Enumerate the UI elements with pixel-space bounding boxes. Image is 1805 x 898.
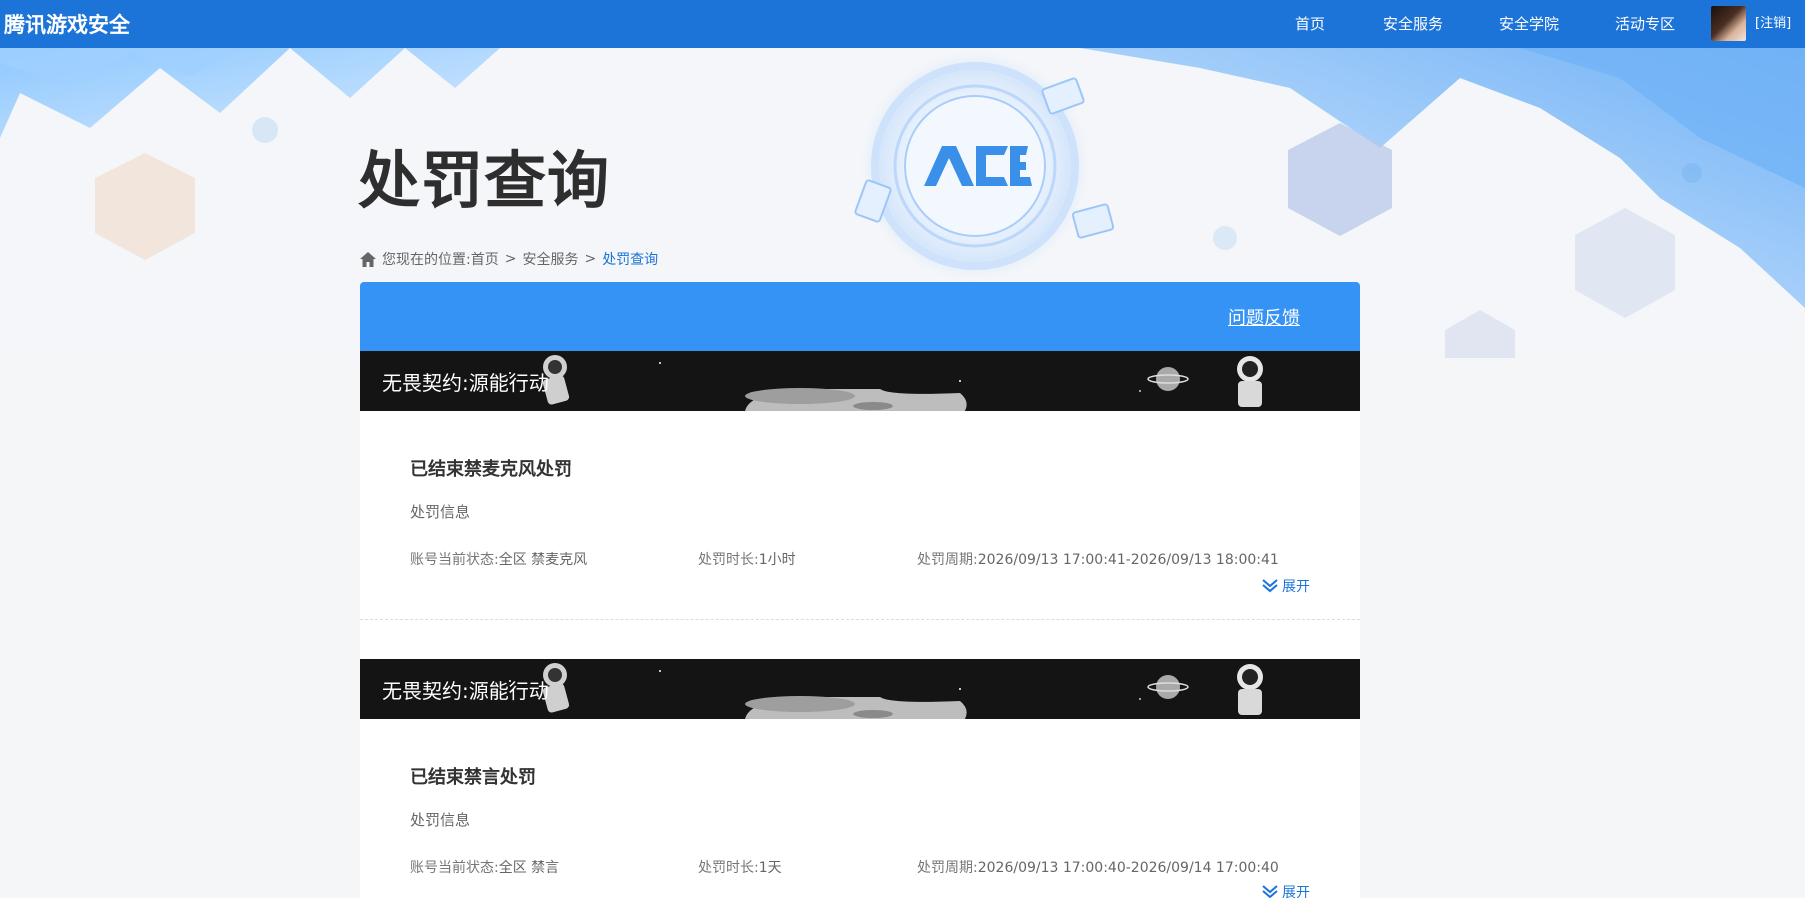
chevron-double-down-icon xyxy=(1262,885,1278,898)
nav-security-academy[interactable]: 安全学院 xyxy=(1499,0,1559,48)
home-icon xyxy=(360,251,376,267)
penalty-duration-value: 1小时 xyxy=(758,552,796,568)
nav-home[interactable]: 首页 xyxy=(1295,0,1325,48)
account-status: 账号当前状态:全区 禁麦克风 xyxy=(410,549,587,569)
record-title: 已结束禁麦克风处罚 xyxy=(410,459,572,480)
penalty-record: 已结束禁麦克风处罚 处罚信息 账号当前状态:全区 禁麦克风 处罚时长:1小时 处… xyxy=(360,411,1360,621)
account-status-label: 账号当前状态: xyxy=(410,552,499,568)
logout-link[interactable]: [注销] xyxy=(1755,0,1791,48)
expand-button[interactable]: 展开 xyxy=(1262,576,1310,596)
penalty-period-value: 2026/09/13 17:00:40-2026/09/14 17:00:40 xyxy=(977,860,1279,876)
game-name: 无畏契约:源能行动 xyxy=(382,371,549,395)
site-logo[interactable]: 腾讯游戏安全 xyxy=(4,9,130,39)
top-navbar: 腾讯游戏安全 首页 安全服务 安全学院 活动专区 [注销] xyxy=(0,0,1805,48)
penalty-duration-label: 处罚时长: xyxy=(698,860,759,876)
record-section-label: 处罚信息 xyxy=(410,503,471,521)
penalty-record: 已结束禁言处罚 处罚信息 账号当前状态:全区 禁言 处罚时长:1天 处罚周期:2… xyxy=(360,719,1360,898)
penalty-panel: 问题反馈 无畏契约:源能行动 已结束禁麦克风处罚 处罚信息 账号当前状态:全区 … xyxy=(360,282,1360,898)
breadcrumb-prefix: 您现在的位置: xyxy=(382,252,471,268)
account-status-value: 全区 禁麦克风 xyxy=(498,552,588,568)
game-name: 无畏契约:源能行动 xyxy=(382,679,549,703)
penalty-period: 处罚周期:2026/09/13 17:00:40-2026/09/14 17:0… xyxy=(917,857,1279,877)
nav-events[interactable]: 活动专区 xyxy=(1615,0,1675,48)
account-status-value: 全区 禁言 xyxy=(498,860,560,876)
chevron-double-down-icon xyxy=(1262,579,1278,593)
game-banner: 无畏契约:源能行动 xyxy=(360,659,1360,719)
penalty-period: 处罚周期:2026/09/13 17:00:41-2026/09/13 18:0… xyxy=(917,549,1279,569)
account-status: 账号当前状态:全区 禁言 xyxy=(410,857,559,877)
panel-header: 问题反馈 xyxy=(360,282,1360,351)
penalty-duration-value: 1天 xyxy=(758,860,782,876)
penalty-period-label: 处罚周期: xyxy=(917,552,978,568)
expand-label: 展开 xyxy=(1282,579,1310,595)
game-banner: 无畏契约:源能行动 xyxy=(360,351,1360,411)
breadcrumb-home[interactable]: 首页 xyxy=(471,249,499,269)
nav-security-service[interactable]: 安全服务 xyxy=(1383,0,1443,48)
record-title: 已结束禁言处罚 xyxy=(410,767,536,788)
expand-label: 展开 xyxy=(1282,885,1310,898)
account-status-label: 账号当前状态: xyxy=(410,860,499,876)
avatar[interactable] xyxy=(1711,6,1746,41)
record-divider xyxy=(360,619,1360,620)
penalty-duration: 处罚时长:1天 xyxy=(698,857,782,877)
breadcrumb-separator: > xyxy=(584,251,597,267)
penalty-duration: 处罚时长:1小时 xyxy=(698,549,796,569)
breadcrumb: 您现在的位置: 首页 > 安全服务 > 处罚查询 xyxy=(360,249,658,269)
penalty-period-value: 2026/09/13 17:00:41-2026/09/13 18:00:41 xyxy=(977,552,1279,568)
expand-button[interactable]: 展开 xyxy=(1262,882,1310,898)
penalty-period-label: 处罚周期: xyxy=(917,860,978,876)
breadcrumb-separator: > xyxy=(504,251,517,267)
record-section-label: 处罚信息 xyxy=(410,811,471,829)
feedback-link[interactable]: 问题反馈 xyxy=(1228,304,1300,330)
page-title: 处罚查询 xyxy=(358,144,611,217)
penalty-duration-label: 处罚时长: xyxy=(698,552,759,568)
breadcrumb-current: 处罚查询 xyxy=(602,252,659,268)
breadcrumb-security-service[interactable]: 安全服务 xyxy=(522,249,578,269)
